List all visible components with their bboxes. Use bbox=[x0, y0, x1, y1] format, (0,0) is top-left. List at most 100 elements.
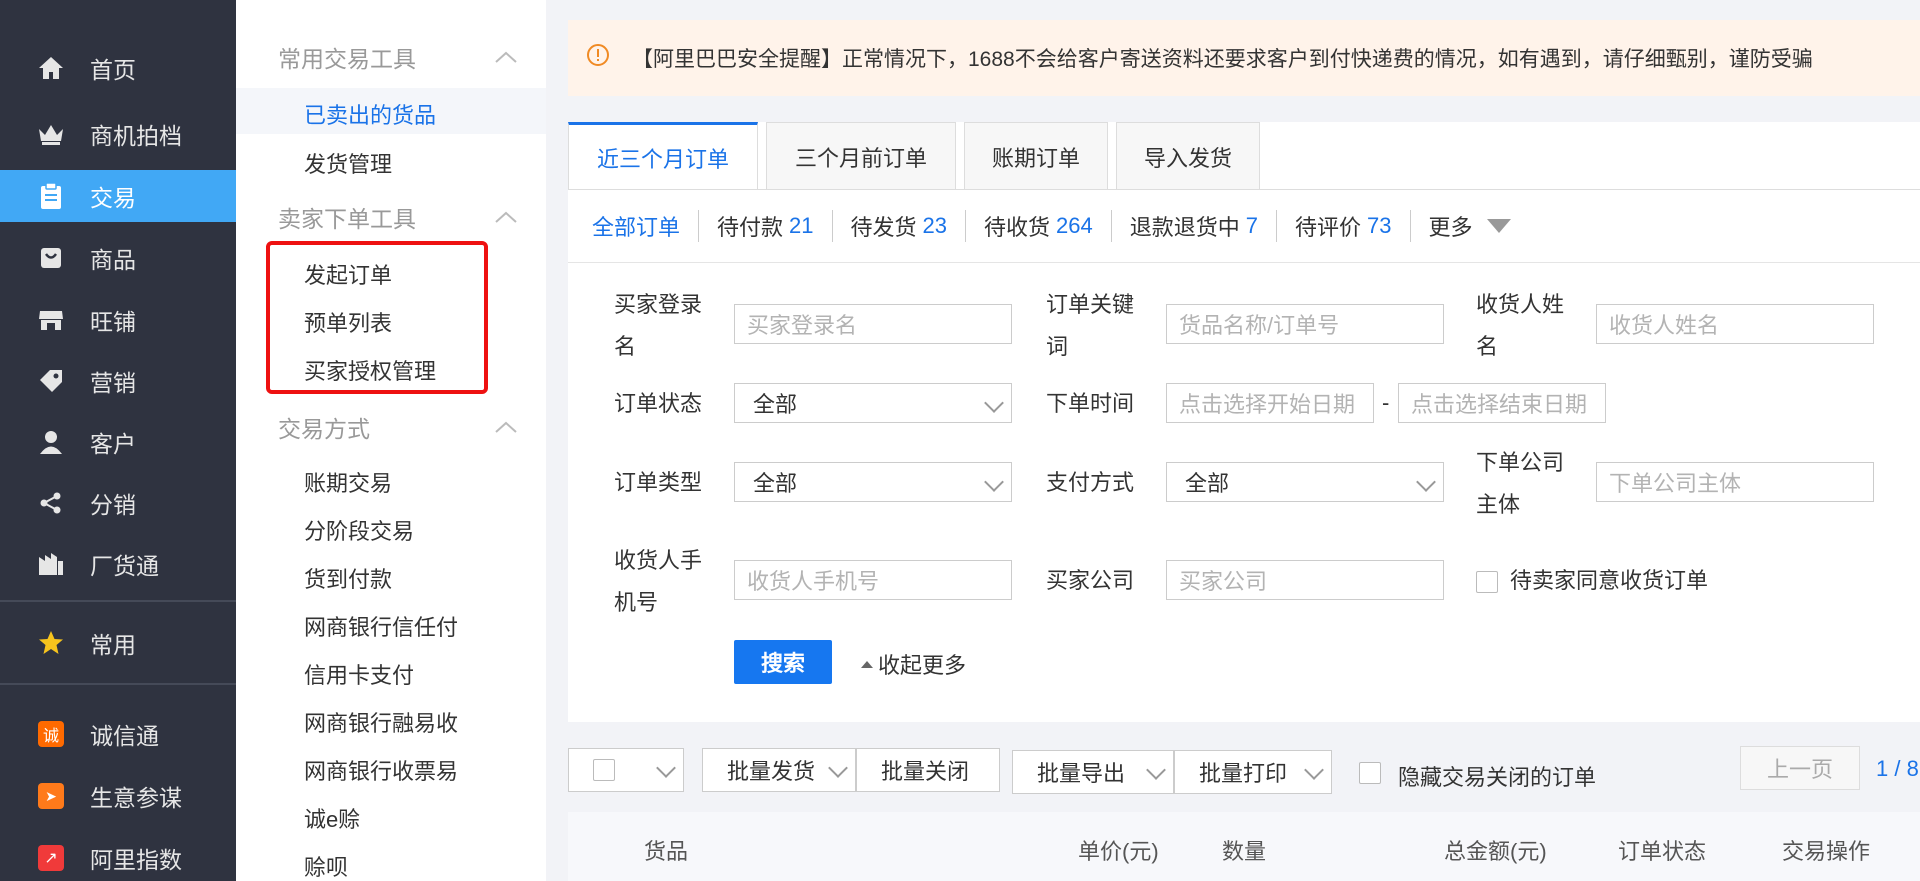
payment-method-select[interactable]: 全部 bbox=[1166, 462, 1444, 502]
chevron-up-icon bbox=[495, 211, 517, 223]
nav-item-chengxintong[interactable]: 诚 诚信通 bbox=[0, 708, 236, 760]
filter-pending-shipment[interactable]: 待发货 23 bbox=[833, 210, 967, 242]
pending-agree-checkbox[interactable] bbox=[1476, 571, 1498, 593]
prev-page-button[interactable]: 上一页 bbox=[1740, 746, 1860, 790]
batch-ship-button[interactable]: 批量发货 bbox=[702, 748, 856, 792]
tabs-underline bbox=[568, 189, 1920, 190]
submenu-item-shebei[interactable]: 赊呗 bbox=[304, 850, 348, 881]
chevron-down-icon bbox=[984, 472, 1004, 492]
nav-item-customers[interactable]: 客户 bbox=[0, 416, 236, 468]
nav-item-store[interactable]: 旺铺 bbox=[0, 294, 236, 346]
info-icon bbox=[586, 43, 610, 73]
order-tabs: 近三个月订单 三个月前订单 账期订单 导入发货 bbox=[568, 122, 1268, 190]
col-header-unit-price: 单价(元) bbox=[1078, 839, 1159, 864]
receiver-phone-label: 收货人手 机号 bbox=[614, 548, 703, 615]
receiver-name-input[interactable]: 收货人姓名 bbox=[1596, 304, 1874, 344]
filters-divider bbox=[568, 262, 1920, 263]
star-icon bbox=[36, 628, 66, 658]
nav-item-marketing[interactable]: 营销 bbox=[0, 355, 236, 407]
chevron-up-icon bbox=[495, 421, 517, 433]
nav-item-ali-index[interactable]: ↗ 阿里指数 bbox=[0, 832, 236, 881]
filter-more[interactable]: 更多 bbox=[1411, 210, 1529, 242]
order-type-select[interactable]: 全部 bbox=[734, 462, 1012, 502]
submenu-group-header[interactable]: 卖家下单工具 bbox=[278, 200, 518, 234]
submenu-item-cod[interactable]: 货到付款 bbox=[304, 562, 392, 594]
company-subject-input[interactable]: 下单公司主体 bbox=[1596, 462, 1874, 502]
clipboard-icon bbox=[36, 181, 66, 211]
submenu-item-staged-trade[interactable]: 分阶段交易 bbox=[304, 514, 414, 546]
main-nav: 首页 商机拍档 交易 商品 旺铺 营销 客户 分销 厂货通 常用 诚 诚信通 ➤… bbox=[0, 0, 236, 881]
status-filters: 全部订单 待付款 21 待发货 23 待收货 264 退款退货中 7 待评价 73 更多 bbox=[568, 204, 1529, 248]
select-all-checkbox[interactable] bbox=[593, 759, 615, 781]
crown-icon bbox=[36, 119, 66, 149]
order-keyword-input[interactable]: 货品名称/订单号 bbox=[1166, 304, 1444, 344]
trend-icon: ↗ bbox=[36, 843, 66, 873]
date-range-separator: - bbox=[1382, 390, 1390, 415]
nav-item-common[interactable]: 常用 bbox=[0, 617, 236, 669]
filter-pending-payment[interactable]: 待付款 21 bbox=[699, 210, 833, 242]
batch-toolbar: 批量发货 批量关闭 批量导出 批量打印 隐藏交易关闭的订单 上一页 1 / 8 bbox=[568, 742, 1920, 800]
submenu-item-rongyishou[interactable]: 网商银行融易收 bbox=[304, 706, 458, 738]
nav-item-business-advisor[interactable]: ➤ 生意参谋 bbox=[0, 770, 236, 822]
buyer-company-input[interactable]: 买家公司 bbox=[1166, 560, 1444, 600]
col-header-item: 货品 bbox=[644, 839, 689, 864]
filter-pending-review[interactable]: 待评价 73 bbox=[1277, 210, 1411, 242]
nav-item-factory[interactable]: 厂货通 bbox=[0, 538, 236, 590]
batch-export-button[interactable]: 批量导出 bbox=[1012, 750, 1174, 794]
tag-icon bbox=[36, 366, 66, 396]
hide-closed-checkbox[interactable] bbox=[1359, 762, 1381, 784]
submenu-item-shipping[interactable]: 发货管理 bbox=[304, 147, 392, 179]
chevron-down-icon bbox=[1146, 760, 1166, 780]
receiver-phone-input[interactable]: 收货人手机号 bbox=[734, 560, 1012, 600]
start-date-input[interactable]: 点击选择开始日期 bbox=[1166, 383, 1374, 423]
submenu-group-header[interactable]: 常用交易工具 bbox=[278, 40, 518, 74]
security-notice: 【阿里巴巴安全提醒】正常情况下，1688不会给客户寄送资料还要求客户到付快递费的… bbox=[568, 20, 1920, 96]
nav-item-business-partner[interactable]: 商机拍档 bbox=[0, 108, 236, 160]
submenu-item-credit-period[interactable]: 账期交易 bbox=[304, 466, 392, 498]
tab-before-3-months[interactable]: 三个月前订单 bbox=[766, 122, 956, 190]
nav-item-trade[interactable]: 交易 bbox=[0, 170, 236, 222]
nav-item-distribution[interactable]: 分销 bbox=[0, 477, 236, 529]
submenu-group-header[interactable]: 交易方式 bbox=[278, 410, 518, 444]
chevron-down-icon bbox=[1304, 760, 1324, 780]
nav-item-home[interactable]: 首页 bbox=[0, 42, 236, 94]
store-icon bbox=[36, 305, 66, 335]
search-button[interactable]: 搜索 bbox=[734, 640, 832, 684]
buyer-login-input[interactable]: 买家登录名 bbox=[734, 304, 1012, 344]
select-all-dropdown[interactable] bbox=[568, 748, 684, 792]
filter-pending-receipt[interactable]: 待收货 264 bbox=[966, 210, 1112, 242]
submenu-item-shoupiaoyi[interactable]: 网商银行收票易 bbox=[304, 754, 458, 786]
bag-icon bbox=[36, 243, 66, 273]
pending-agree-label: 待卖家同意收货订单 bbox=[1510, 568, 1709, 593]
tab-import-shipping[interactable]: 导入发货 bbox=[1116, 122, 1260, 190]
tab-credit-orders[interactable]: 账期订单 bbox=[964, 122, 1108, 190]
submenu-item-trust-pay[interactable]: 网商银行信任付 bbox=[304, 610, 458, 642]
col-header-actions: 交易操作 bbox=[1782, 839, 1871, 864]
order-status-select[interactable]: 全部 bbox=[734, 383, 1012, 423]
col-header-total: 总金额(元) bbox=[1444, 839, 1547, 864]
tab-recent-3-months[interactable]: 近三个月订单 bbox=[568, 122, 758, 190]
order-panel: 近三个月订单 三个月前订单 账期订单 导入发货 全部订单 待付款 21 待发货 23… bbox=[568, 122, 1920, 722]
chevron-down-icon bbox=[984, 393, 1004, 413]
submenu-item-chengeshe[interactable]: 诚e赊 bbox=[304, 802, 360, 834]
order-type-label: 订单类型 bbox=[614, 470, 703, 495]
submenu-item-credit-card[interactable]: 信用卡支付 bbox=[304, 658, 414, 690]
nav-item-products[interactable]: 商品 bbox=[0, 232, 236, 284]
chengxintong-icon: 诚 bbox=[36, 719, 66, 749]
filter-refunding[interactable]: 退款退货中 7 bbox=[1112, 210, 1278, 242]
chevron-down-icon bbox=[656, 758, 676, 778]
hide-closed-label: 隐藏交易关闭的订单 bbox=[1398, 765, 1597, 790]
payment-method-label: 支付方式 bbox=[1046, 470, 1135, 495]
end-date-input[interactable]: 点击选择结束日期 bbox=[1398, 383, 1606, 423]
batch-close-button[interactable]: 批量关闭 bbox=[856, 748, 1000, 792]
collapse-more-link[interactable]: 收起更多 bbox=[860, 648, 966, 680]
col-header-status: 订单状态 bbox=[1618, 839, 1707, 864]
home-icon bbox=[36, 53, 66, 83]
submenu-item-sold-items[interactable]: 已卖出的货品 bbox=[304, 98, 436, 130]
share-icon bbox=[36, 488, 66, 518]
receiver-name-label: 收货人姓名 bbox=[1476, 292, 1565, 359]
batch-print-button[interactable]: 批量打印 bbox=[1174, 750, 1332, 794]
nav-divider bbox=[0, 600, 236, 602]
caret-down-icon bbox=[1486, 219, 1511, 233]
filter-all-orders[interactable]: 全部订单 bbox=[568, 210, 700, 242]
